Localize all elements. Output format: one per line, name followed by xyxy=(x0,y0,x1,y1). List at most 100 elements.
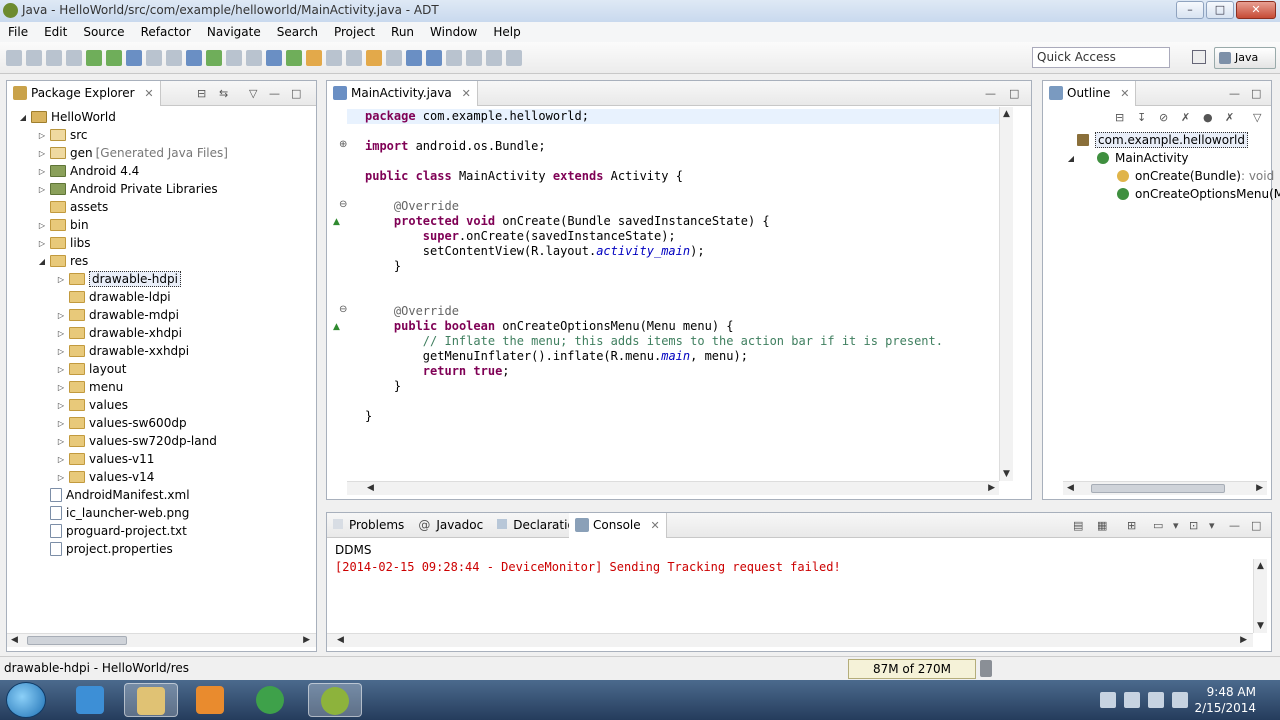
menu-search[interactable]: Search xyxy=(269,25,326,39)
debug-icon[interactable] xyxy=(186,50,202,66)
scroll-left-icon[interactable]: ◀ xyxy=(1067,483,1074,493)
tree-item[interactable]: ◢ res xyxy=(36,252,88,270)
scroll-left-icon[interactable]: ◀ xyxy=(367,483,374,493)
collapsed-twisty-icon[interactable]: ▷ xyxy=(55,347,67,356)
outline-item[interactable]: onCreateOptionsMenu(Me xyxy=(1117,185,1280,203)
collapsed-twisty-icon[interactable]: ▷ xyxy=(55,455,67,464)
expanded-twisty-icon[interactable]: ◢ xyxy=(17,113,29,122)
previous-annotation-icon[interactable] xyxy=(426,50,442,66)
tree-item[interactable]: ▷ values-v14 xyxy=(55,468,155,486)
menu-help[interactable]: Help xyxy=(485,25,528,39)
forward-icon[interactable] xyxy=(486,50,502,66)
save-icon[interactable] xyxy=(26,50,42,66)
scroll-left-icon[interactable]: ◀ xyxy=(337,635,344,645)
collapsed-twisty-icon[interactable]: ▷ xyxy=(55,437,67,446)
close-button[interactable]: ✕ xyxy=(1236,1,1276,19)
tree-item[interactable]: ▷ values-v11 xyxy=(55,450,155,468)
new-android-project-icon[interactable] xyxy=(146,50,162,66)
tree-item[interactable]: ▷ values-sw720dp-land xyxy=(55,432,217,450)
external-tools-icon[interactable] xyxy=(226,50,242,66)
tree-item[interactable]: ▷ drawable-hdpi xyxy=(55,270,181,288)
override-marker-icon[interactable]: ▲ xyxy=(333,217,340,227)
show-whitespace-icon[interactable] xyxy=(386,50,402,66)
tree-item[interactable]: ▷ Android 4.4 xyxy=(36,162,139,180)
minimize-view-icon[interactable]: — xyxy=(269,87,280,100)
link-with-editor-icon[interactable]: ⇆ xyxy=(219,87,228,100)
collapsed-twisty-icon[interactable]: ▷ xyxy=(36,131,48,140)
new-java-class-icon[interactable] xyxy=(286,50,302,66)
taskbar-internet-explorer[interactable] xyxy=(64,683,118,717)
network-icon[interactable] xyxy=(1148,692,1164,708)
taskbar-chrome[interactable] xyxy=(244,683,298,717)
tree-item[interactable]: ▷ drawable-mdpi xyxy=(55,306,179,324)
android-sdk-manager-icon[interactable] xyxy=(86,50,102,66)
hide-static-icon[interactable]: ✗ xyxy=(1181,111,1190,124)
scroll-up-icon[interactable]: ▲ xyxy=(1257,561,1264,571)
tab-console[interactable]: Console ✕ xyxy=(569,513,667,538)
last-edit-location-icon[interactable] xyxy=(446,50,462,66)
close-icon[interactable]: ✕ xyxy=(462,87,471,100)
collapsed-twisty-icon[interactable]: ▷ xyxy=(36,167,48,176)
new-icon[interactable] xyxy=(6,50,22,66)
hide-non-public-icon[interactable]: ● xyxy=(1203,111,1213,124)
scroll-right-icon[interactable]: ▶ xyxy=(988,483,995,493)
collapsed-twisty-icon[interactable]: ▷ xyxy=(55,401,67,410)
garbage-collect-icon[interactable] xyxy=(980,660,992,677)
tree-item[interactable]: proguard-project.txt xyxy=(36,522,187,540)
menu-refactor[interactable]: Refactor xyxy=(133,25,199,39)
tree-item[interactable]: assets xyxy=(36,198,108,216)
search-icon[interactable] xyxy=(326,50,342,66)
scroll-right-icon[interactable]: ▶ xyxy=(1240,635,1247,645)
collapsed-twisty-icon[interactable]: ▷ xyxy=(55,275,67,284)
tab-package-explorer[interactable]: Package Explorer ✕ xyxy=(7,81,161,106)
tree-item[interactable]: ic_launcher-web.png xyxy=(36,504,189,522)
view-menu-icon[interactable]: ▽ xyxy=(1253,111,1261,124)
view-menu-icon[interactable]: ▽ xyxy=(249,87,257,100)
display-selected-console-icon[interactable]: ▭ xyxy=(1153,519,1163,532)
expand-fold-icon[interactable]: ⊕ xyxy=(339,139,347,150)
show-hidden-icons-icon[interactable] xyxy=(1100,692,1116,708)
android-avd-manager-icon[interactable] xyxy=(106,50,122,66)
tree-item[interactable]: ◢ HelloWorld xyxy=(17,108,116,126)
tree-item[interactable]: ▷ drawable-xhdpi xyxy=(55,324,182,342)
collapse-all-icon[interactable]: ⊟ xyxy=(197,87,206,100)
tree-item[interactable]: ▷ src xyxy=(36,126,88,144)
back-icon[interactable] xyxy=(466,50,482,66)
outline-item[interactable]: com.example.helloworld xyxy=(1077,131,1248,149)
hide-fields-icon[interactable]: ⊘ xyxy=(1159,111,1168,124)
sort-icon[interactable]: ↧ xyxy=(1137,111,1146,124)
collapse-fold-icon[interactable]: ⊖ xyxy=(339,199,347,210)
clear-console-icon[interactable]: ▦ xyxy=(1097,519,1107,532)
collapsed-twisty-icon[interactable]: ▷ xyxy=(36,221,48,230)
scroll-left-icon[interactable]: ◀ xyxy=(11,635,18,645)
minimize-view-icon[interactable]: — xyxy=(1229,519,1240,532)
tab-problems[interactable]: Problems xyxy=(333,518,404,532)
console-hscrollbar[interactable]: ◀ ▶ xyxy=(327,633,1253,647)
heap-status[interactable]: 87M of 270M xyxy=(848,659,976,679)
tree-item[interactable]: drawable-ldpi xyxy=(55,288,171,306)
volume-icon[interactable] xyxy=(1172,692,1188,708)
scroll-lock-icon[interactable]: ▤ xyxy=(1073,519,1083,532)
skip-breakpoints-icon[interactable] xyxy=(246,50,262,66)
close-icon[interactable]: ✕ xyxy=(650,519,659,532)
scroll-down-icon[interactable]: ▼ xyxy=(1257,621,1264,631)
outline-item[interactable]: onCreate(Bundle) : void xyxy=(1117,167,1274,185)
console-vscrollbar[interactable]: ▲ ▼ xyxy=(1253,559,1267,633)
menu-run[interactable]: Run xyxy=(383,25,422,39)
action-center-icon[interactable] xyxy=(1124,692,1140,708)
tree-item[interactable]: AndroidManifest.xml xyxy=(36,486,190,504)
next-annotation-icon[interactable] xyxy=(406,50,422,66)
tree-item[interactable]: ▷ gen [Generated Java Files] xyxy=(36,144,228,162)
lint-check-icon[interactable] xyxy=(126,50,142,66)
collapse-fold-icon[interactable]: ⊖ xyxy=(339,304,347,315)
collapsed-twisty-icon[interactable]: ▷ xyxy=(55,419,67,428)
tab-javadoc[interactable]: @ Javadoc xyxy=(418,518,483,532)
scroll-right-icon[interactable]: ▶ xyxy=(303,635,310,645)
scroll-down-icon[interactable]: ▼ xyxy=(1003,469,1010,479)
maximize-view-icon[interactable]: □ xyxy=(1251,87,1261,100)
menu-project[interactable]: Project xyxy=(326,25,383,39)
collapsed-twisty-icon[interactable]: ▷ xyxy=(36,239,48,248)
run-icon[interactable] xyxy=(206,50,222,66)
taskbar-file-explorer[interactable] xyxy=(124,683,178,717)
maximize-editor-icon[interactable]: □ xyxy=(1009,87,1019,100)
